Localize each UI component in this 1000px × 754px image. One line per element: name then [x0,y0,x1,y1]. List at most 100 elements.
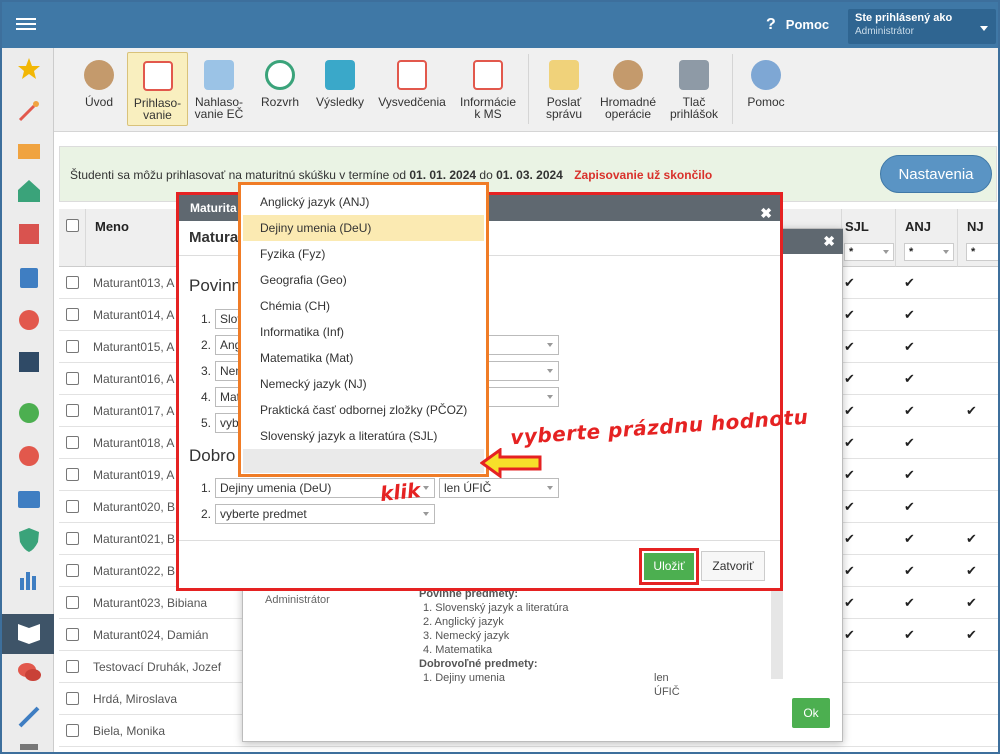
sidebar-icons [2,58,54,750]
optional-level-1[interactable]: len ÚFIČ [439,478,559,498]
row-checkbox[interactable] [66,564,79,577]
close-button[interactable]: Zatvoriť [701,551,765,581]
row-checkbox[interactable] [66,724,79,737]
toolbar-nahlasovanie[interactable]: Nahlaso-vanie EČ [190,52,248,126]
filter-anj[interactable]: * [904,243,954,261]
check-icon: ✔ [966,531,977,546]
briefcase-icon [18,491,40,508]
row-checkbox[interactable] [66,276,79,289]
row-checkbox[interactable] [66,500,79,513]
header-sjl[interactable]: SJL * [842,209,896,267]
student-name: Maturant023, Bibiana [93,596,208,610]
close-icon[interactable]: ✖ [760,200,772,226]
check-icon: ✔ [966,403,977,418]
settings-button[interactable]: Nastavenia [880,155,992,193]
menu-icon[interactable] [16,15,36,33]
row-checkbox[interactable] [66,532,79,545]
check-circle-icon [19,403,39,423]
subject-dropdown[interactable]: Anglický jazyk (ANJ) Dejiny umenia (DeU) F… [238,182,489,477]
help-link[interactable]: ? Pomoc [766,16,829,34]
toolbar-separator [732,54,733,124]
row-checkbox[interactable] [66,340,79,353]
results-chart-icon [325,60,355,90]
toolbar-rozvrh[interactable]: Rozvrh [252,52,308,126]
empty-option[interactable] [243,449,484,473]
header-anj[interactable]: ANJ * [896,209,958,267]
toolbar: Úvod Prihlaso-vanie Nahlaso-vanie EČ Roz… [54,48,998,132]
check-icon: ✔ [904,339,915,354]
row-checkbox[interactable] [66,404,79,417]
filter-sjl[interactable]: * [844,243,894,261]
toolbar-hromadne[interactable]: Hromadné operácie [596,52,660,126]
toolbar-prihlasovanie[interactable]: Prihlaso-vanie [127,52,188,126]
check-icon: ✔ [844,371,855,386]
row-checkbox[interactable] [66,628,79,641]
row-checkbox[interactable] [66,468,79,481]
check-icon: ✔ [904,435,915,450]
header-nj[interactable]: NJ * [958,209,998,267]
user-menu[interactable]: Ste prihlásený ako Administrátor [848,9,996,44]
clock-icon [265,60,295,90]
row-checkbox[interactable] [66,596,79,609]
dropdown-option[interactable]: Matematika (Mat) [243,345,484,371]
dropdown-option[interactable]: Geografia (Geo) [243,267,484,293]
student-name: Maturant016, A [93,372,175,386]
student-name: Maturant021, B [93,532,176,546]
row-checkbox[interactable] [66,692,79,705]
student-name: Maturant013, A [93,276,175,290]
toolbar-pomoc[interactable]: Pomoc [740,52,792,126]
printer-icon [679,60,709,90]
toolbar-poslat-spravu[interactable]: Poslať správu [536,52,592,126]
required-level-2[interactable] [487,335,559,355]
optional-subject-2[interactable]: vyberte predmet [215,504,435,524]
user-caption: Ste prihlásený ako [855,12,953,24]
pencil-circle-icon [19,446,39,466]
toolbar-vysvedcenia[interactable]: Vysvedčenia [374,52,450,126]
student-name: Maturant020, B [93,500,176,514]
toolbar-uvod[interactable]: Úvod [72,52,126,126]
check-icon: ✔ [844,531,855,546]
student-name: Maturant022, B [93,564,176,578]
dropdown-option[interactable]: Informatika (Inf) [243,319,484,345]
user-role: Administrátor [855,26,914,37]
book-icon [20,268,38,288]
check-icon: ✔ [904,467,915,482]
chevron-down-icon [547,343,553,347]
toolbar-tlac[interactable]: Tlač prihlášok [664,52,724,126]
row-checkbox[interactable] [66,308,79,321]
dropdown-option[interactable]: Anglický jazyk (ANJ) [243,189,484,215]
app-window: ?Pomoc Ste prihlásený ako Administrátor [0,0,1000,754]
check-icon: ✔ [844,307,855,322]
filter-nj[interactable]: * [966,243,998,261]
sidebar [2,48,54,752]
row-checkbox[interactable] [66,372,79,385]
required-level-4[interactable] [487,387,559,407]
dropdown-option[interactable]: Dejiny umenia (DeU) [243,215,484,241]
close-icon[interactable]: ✖ [823,233,835,250]
select-all-checkbox[interactable] [66,219,79,232]
dropdown-option[interactable]: Chémia (CH) [243,293,484,319]
student-name: Maturant018, A [93,436,175,450]
check-icon: ✔ [904,403,915,418]
dropdown-option[interactable]: Nemecký jazyk (NJ) [243,371,484,397]
dropdown-option[interactable]: Slovenský jazyk a literatúra (SJL) [243,423,484,449]
check-icon: ✔ [844,595,855,610]
toolbar-vysledky[interactable]: Výsledky [312,52,368,126]
student-name: Maturant019, A [93,468,175,482]
registered-subjects: Povinné predmety: 1. Slovenský jazyk a l… [419,588,680,698]
check-icon: ✔ [844,339,855,354]
ok-button[interactable]: Ok [792,698,830,728]
save-button[interactable]: Uložiť [644,553,694,580]
row-checkbox[interactable] [66,660,79,673]
dropdown-option[interactable]: Fyzika (Fyz) [243,241,484,267]
bar-chart-icon [20,572,36,590]
check-icon: ✔ [904,563,915,578]
student-name: Maturant014, A [93,308,175,322]
info-document-icon [473,60,503,90]
row-checkbox[interactable] [66,436,79,449]
certificate-icon [397,60,427,90]
toolbar-informacie[interactable]: Informácie k MS [456,52,520,126]
schedule-icon [19,352,39,372]
required-level-3[interactable] [487,361,559,381]
dropdown-option[interactable]: Praktická časť odbornej zložky (PČOZ) [243,397,484,423]
